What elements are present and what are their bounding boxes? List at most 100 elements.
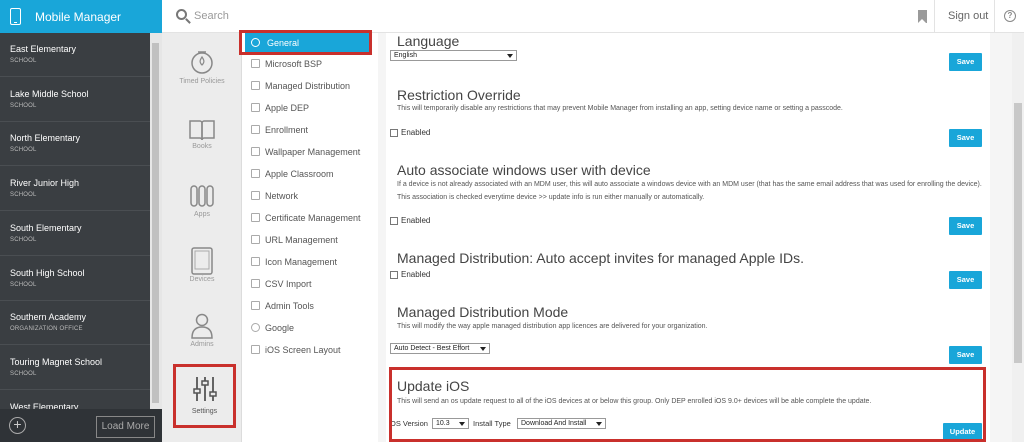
apple-icon [251, 103, 260, 112]
language-save-button[interactable]: Save [949, 53, 982, 71]
rail-admins[interactable]: Admins [162, 308, 242, 368]
menu-item-url[interactable]: URL Management [251, 230, 375, 250]
menu-item-enrollment[interactable]: Enrollment [251, 120, 375, 140]
school-name: River Junior High [10, 178, 80, 188]
signout-link[interactable]: Sign out [948, 10, 988, 22]
school-item[interactable]: River Junior High SCHOOL [0, 167, 150, 211]
wifi-icon [251, 191, 260, 200]
menu-item-certificate[interactable]: Certificate Management [251, 208, 375, 228]
school-name: South Elementary [10, 223, 82, 233]
rail-label: Timed Policies [179, 78, 225, 85]
scrollbar-thumb[interactable] [152, 43, 159, 403]
school-item[interactable]: Lake Middle School SCHOOL [0, 78, 150, 122]
menu-item-network[interactable]: Network [251, 186, 375, 206]
app-title: Mobile Manager [35, 9, 122, 24]
menu-item-label: Wallpaper Management [265, 147, 361, 157]
menu-item-microsoft-bsp[interactable]: Microsoft BSP [251, 54, 375, 74]
main-scrollbar[interactable] [1012, 33, 1024, 442]
menu-item-apple-classroom[interactable]: Apple Classroom [251, 164, 375, 184]
layout-icon [251, 345, 260, 354]
bookmark-icon[interactable] [918, 10, 927, 23]
auto-assoc-checkbox[interactable]: Enabled [390, 216, 430, 225]
rail-timed-policies[interactable]: Timed Policies [162, 43, 242, 103]
icon-rail: Timed Policies Books Apps Devices Admins [162, 33, 242, 442]
chevron-down-icon [507, 54, 513, 58]
checkbox-label: Enabled [401, 128, 431, 137]
restriction-save-button[interactable]: Save [949, 129, 982, 147]
md-mode-desc: This will modify the way apple managed d… [397, 323, 708, 330]
menu-item-label: Admin Tools [265, 301, 314, 311]
tools-icon [251, 301, 260, 310]
language-value: English [394, 52, 417, 59]
checkbox-box[interactable] [390, 270, 398, 279]
restriction-desc: This will temporarily disable any restri… [397, 105, 843, 112]
school-type: SCHOOL [10, 58, 37, 64]
menu-item-label: Network [265, 191, 299, 201]
school-type: SCHOOL [10, 237, 37, 243]
rail-books[interactable]: Books [162, 113, 242, 173]
menu-item-wallpaper[interactable]: Wallpaper Management [251, 142, 375, 162]
language-select[interactable]: English [390, 50, 517, 61]
help-icon[interactable]: ? [1004, 10, 1016, 22]
auto-assoc-save-button[interactable]: Save [949, 217, 982, 235]
image-icon [251, 147, 260, 156]
rail-label: Admins [190, 341, 214, 348]
rail-apps[interactable]: Apps [162, 178, 242, 238]
auto-assoc-title: Auto associate windows user with device [397, 162, 651, 178]
add-icon[interactable]: + [9, 417, 26, 434]
checkbox-label: Enabled [401, 216, 431, 225]
restriction-checkbox[interactable]: Enabled [390, 128, 430, 137]
classroom-icon [251, 169, 260, 178]
school-item[interactable]: Touring Magnet School SCHOOL [0, 346, 150, 390]
link-icon [251, 235, 260, 244]
menu-item-admin-tools[interactable]: Admin Tools [251, 296, 375, 316]
md-mode-save-button[interactable]: Save [949, 346, 982, 364]
divider [994, 0, 995, 33]
checkbox-box[interactable] [390, 128, 398, 137]
checkbox-box[interactable] [390, 216, 398, 225]
school-scrollbar[interactable] [150, 33, 162, 442]
menu-item-icon-management[interactable]: Icon Management [251, 252, 375, 272]
md-invites-checkbox[interactable]: Enabled [390, 270, 430, 279]
app-brand[interactable]: Mobile Manager [0, 0, 162, 33]
highlight-box [389, 367, 986, 442]
menu-item-label: Icon Management [265, 257, 338, 267]
scrollbar-thumb[interactable] [1014, 103, 1022, 363]
menu-item-apple-dep[interactable]: Apple DEP [251, 98, 375, 118]
school-name: Southern Academy [10, 312, 87, 322]
rail-settings[interactable]: Settings [173, 364, 236, 428]
menu-item-label: Google [265, 323, 295, 333]
school-item[interactable]: East Elementary SCHOOL [0, 33, 150, 77]
rail-devices[interactable]: Devices [162, 243, 242, 303]
language-title: Language [397, 33, 460, 49]
md-mode-select[interactable]: Auto Detect - Best Effort [390, 343, 490, 354]
school-type: ORGANIZATION OFFICE [10, 326, 83, 332]
menu-item-label: Certificate Management [265, 213, 361, 223]
md-invites-save-button[interactable]: Save [949, 271, 982, 289]
menu-item-managed-distribution[interactable]: Managed Distribution [251, 76, 375, 96]
menu-item-ios-screen-layout[interactable]: iOS Screen Layout [251, 340, 375, 360]
menu-item-label: Apple Classroom [265, 169, 334, 179]
file-icon [251, 279, 260, 288]
menu-item-csv-import[interactable]: CSV Import [251, 274, 375, 294]
rail-label: Apps [194, 211, 210, 218]
school-item[interactable]: South Elementary SCHOOL [0, 212, 150, 256]
school-item[interactable]: Southern Academy ORGANIZATION OFFICE [0, 301, 150, 345]
school-name: North Elementary [10, 133, 81, 143]
rail-label: Devices [189, 276, 215, 283]
google-icon [251, 323, 260, 332]
top-bar: Search Sign out ? [162, 0, 1024, 33]
md-mode-title: Managed Distribution Mode [397, 304, 569, 320]
search-icon [176, 9, 187, 20]
search-input[interactable]: Search [194, 10, 229, 22]
certificate-icon [251, 213, 260, 222]
school-item[interactable]: North Elementary SCHOOL [0, 122, 150, 166]
menu-item-google[interactable]: Google [251, 318, 375, 338]
school-type: SCHOOL [10, 371, 37, 377]
school-name: South High School [10, 268, 85, 278]
load-more-button[interactable]: Load More [96, 416, 155, 438]
restriction-title: Restriction Override [397, 87, 521, 103]
school-item[interactable]: South High School SCHOOL [0, 257, 150, 301]
school-name: Touring Magnet School [10, 357, 103, 367]
phone-icon [10, 8, 21, 25]
